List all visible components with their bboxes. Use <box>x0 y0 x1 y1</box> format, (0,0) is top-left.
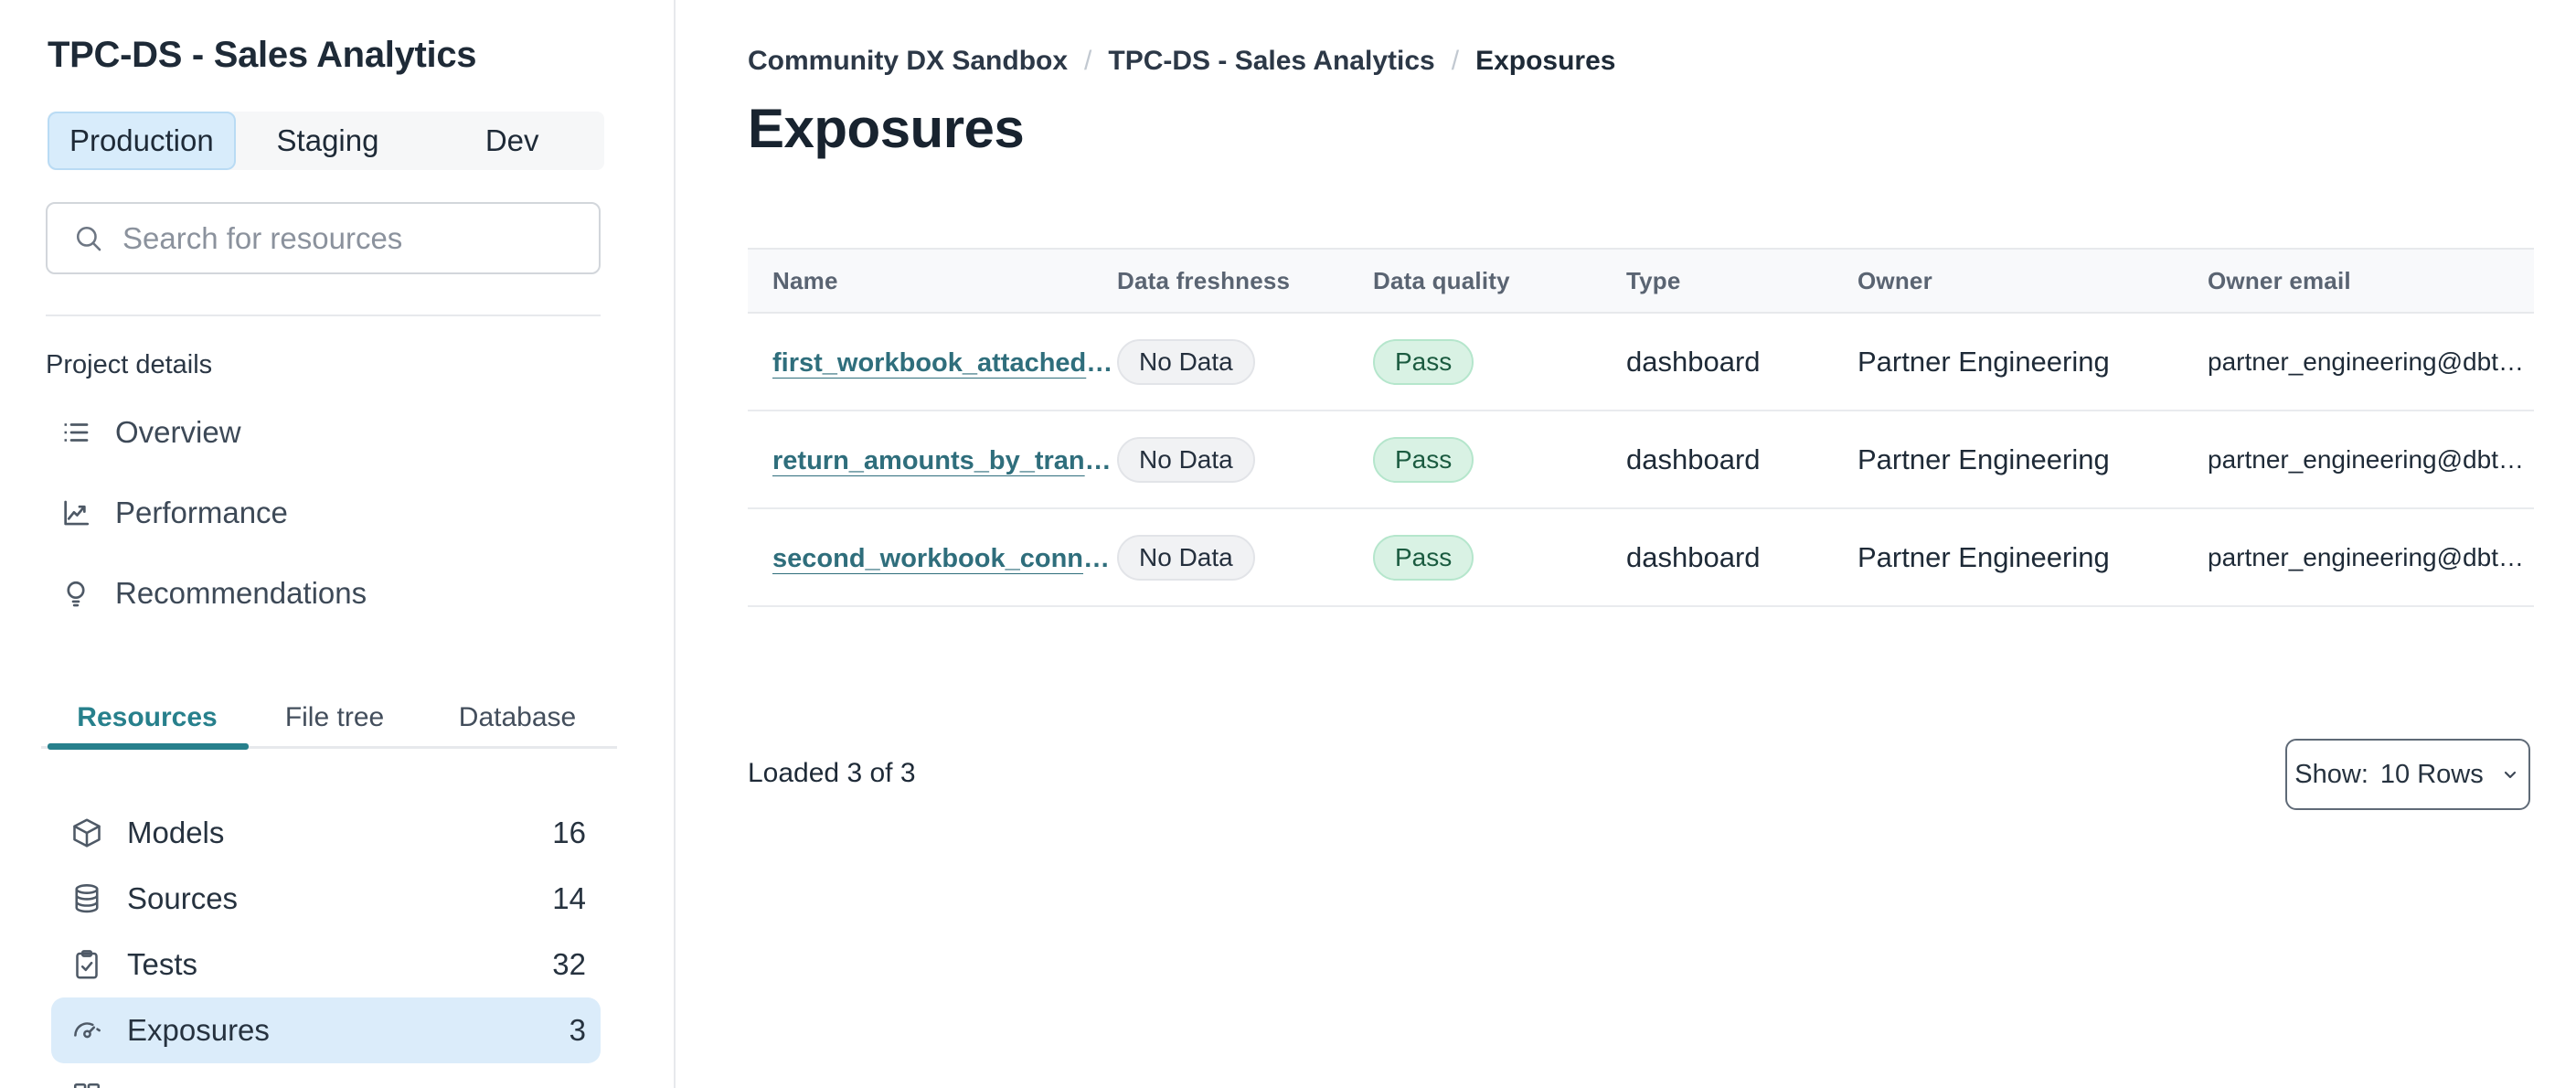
table-row: return_amounts_by_tran… No Data Pass das… <box>748 411 2534 509</box>
sidebar-item-label: Performance <box>115 496 288 529</box>
sidebar-item-performance[interactable]: Performance <box>46 486 558 539</box>
sidebar-item-label: Tests <box>127 947 198 981</box>
column-header-data-freshness: Data freshness <box>1117 266 1291 294</box>
resource-count: 16 <box>552 816 586 849</box>
sidebar-item-partial[interactable] <box>51 1063 601 1088</box>
resource-count: 32 <box>552 947 586 981</box>
exposure-name-link[interactable]: first_workbook_attached… <box>772 348 1112 378</box>
clipboard-check-icon <box>70 948 103 981</box>
env-tab-dev[interactable]: Dev <box>420 112 604 170</box>
sidebar-divider <box>46 315 601 316</box>
sidebar: TPC-DS - Sales Analytics Production Stag… <box>0 0 674 1088</box>
exposures-table: Name Data freshness Data quality Type Ow… <box>748 248 2534 607</box>
page-size-value: 10 Rows <box>2379 759 2484 789</box>
table-row: second_workbook_conn… No Data Pass dashb… <box>748 509 2534 607</box>
truncation-mark: … <box>2497 347 2524 376</box>
tab-database[interactable]: Database <box>420 691 614 744</box>
column-header-owner-email: Owner email <box>2208 266 2351 294</box>
sidebar-item-label: Sources <box>127 881 239 915</box>
sidebar-item-models[interactable]: Models 16 <box>51 800 601 866</box>
page-title: Exposures <box>748 98 1025 159</box>
breadcrumb-project[interactable]: TPC-DS - Sales Analytics <box>1108 46 1434 77</box>
sidebar-item-overview[interactable]: Overview <box>46 406 558 459</box>
table-row: first_workbook_attached… No Data Pass da… <box>748 314 2534 411</box>
project-details-label: Project details <box>46 350 213 379</box>
sidebar-item-tests[interactable]: Tests 32 <box>51 932 601 997</box>
project-title: TPC-DS - Sales Analytics <box>48 35 477 75</box>
column-header-type: Type <box>1626 266 1681 294</box>
main-content: Community DX Sandbox / TPC-DS - Sales An… <box>674 0 2576 1088</box>
data-freshness-badge: No Data <box>1117 436 1255 483</box>
search-input[interactable] <box>122 220 577 256</box>
sidebar-item-sources[interactable]: Sources 14 <box>51 866 601 932</box>
loaded-status: Loaded 3 of 3 <box>748 758 916 788</box>
data-quality-badge: Pass <box>1373 338 1474 385</box>
environment-tabs: Production Staging Dev <box>48 112 604 170</box>
exposure-owner-email: partner_engineering@dbt… <box>2208 444 2524 474</box>
sidebar-item-label: Exposures <box>127 1013 270 1047</box>
sidebar-item-label: Models <box>127 816 225 849</box>
grid-icon <box>70 1080 103 1088</box>
breadcrumb-current: Exposures <box>1475 46 1616 76</box>
data-quality-badge: Pass <box>1373 436 1474 483</box>
tab-file-tree[interactable]: File tree <box>249 691 420 744</box>
search-icon <box>73 223 104 254</box>
exposure-type: dashboard <box>1626 345 1761 378</box>
truncation-mark: … <box>2497 444 2524 474</box>
tab-active-indicator <box>48 743 249 750</box>
env-tab-staging[interactable]: Staging <box>236 112 420 170</box>
chart-line-icon <box>60 497 91 528</box>
breadcrumb-separator: / <box>1451 46 1460 76</box>
data-freshness-badge: No Data <box>1117 338 1255 385</box>
exposure-owner: Partner Engineering <box>1857 540 2110 573</box>
chevron-down-icon <box>2496 763 2521 785</box>
exposure-name-link[interactable]: return_amounts_by_tran… <box>772 446 1112 475</box>
data-quality-badge: Pass <box>1373 534 1474 581</box>
gauge-icon <box>70 1014 103 1047</box>
sidebar-item-exposures[interactable]: Exposures 3 <box>51 997 601 1063</box>
resource-count: 14 <box>552 881 586 915</box>
breadcrumb: Community DX Sandbox / TPC-DS - Sales An… <box>748 46 1615 77</box>
exposure-type: dashboard <box>1626 443 1761 475</box>
page-size-label: Show: <box>2294 759 2368 789</box>
exposure-owner-email: partner_engineering@dbt… <box>2208 347 2524 376</box>
truncation-mark: … <box>1086 347 1113 378</box>
breadcrumb-account[interactable]: Community DX Sandbox <box>748 46 1068 77</box>
sidebar-item-label: Recommendations <box>115 576 367 610</box>
lightbulb-icon <box>60 578 91 609</box>
breadcrumb-separator: / <box>1084 46 1092 76</box>
list-icon <box>60 417 91 448</box>
exposure-owner: Partner Engineering <box>1857 345 2110 378</box>
resource-search[interactable] <box>46 202 601 274</box>
resource-view-tabs: Resources File tree Database <box>46 691 614 744</box>
sidebar-item-label: Overview <box>115 415 241 449</box>
data-freshness-badge: No Data <box>1117 534 1255 581</box>
exposure-name-link[interactable]: second_workbook_conn… <box>772 544 1110 573</box>
database-icon <box>70 882 103 915</box>
page-size-dropdown[interactable]: Show: 10 Rows <box>2285 739 2530 810</box>
column-header-data-quality: Data quality <box>1373 266 1510 294</box>
truncation-mark: … <box>1083 543 1111 573</box>
exposure-owner: Partner Engineering <box>1857 443 2110 475</box>
column-header-name: Name <box>772 266 838 294</box>
cube-icon <box>70 816 103 849</box>
column-header-owner: Owner <box>1857 266 1932 294</box>
env-tab-production[interactable]: Production <box>48 112 236 170</box>
exposure-type: dashboard <box>1626 540 1761 573</box>
sidebar-item-recommendations[interactable]: Recommendations <box>46 567 558 620</box>
truncation-mark: … <box>2497 542 2524 571</box>
tab-resources[interactable]: Resources <box>46 691 249 744</box>
resource-count: 3 <box>569 1013 586 1047</box>
truncation-mark: … <box>1084 445 1112 475</box>
exposure-owner-email: partner_engineering@dbt… <box>2208 542 2524 571</box>
dbt-explorer-app: TPC-DS - Sales Analytics Production Stag… <box>0 0 2576 1088</box>
table-header-row: Name Data freshness Data quality Type Ow… <box>748 248 2534 314</box>
